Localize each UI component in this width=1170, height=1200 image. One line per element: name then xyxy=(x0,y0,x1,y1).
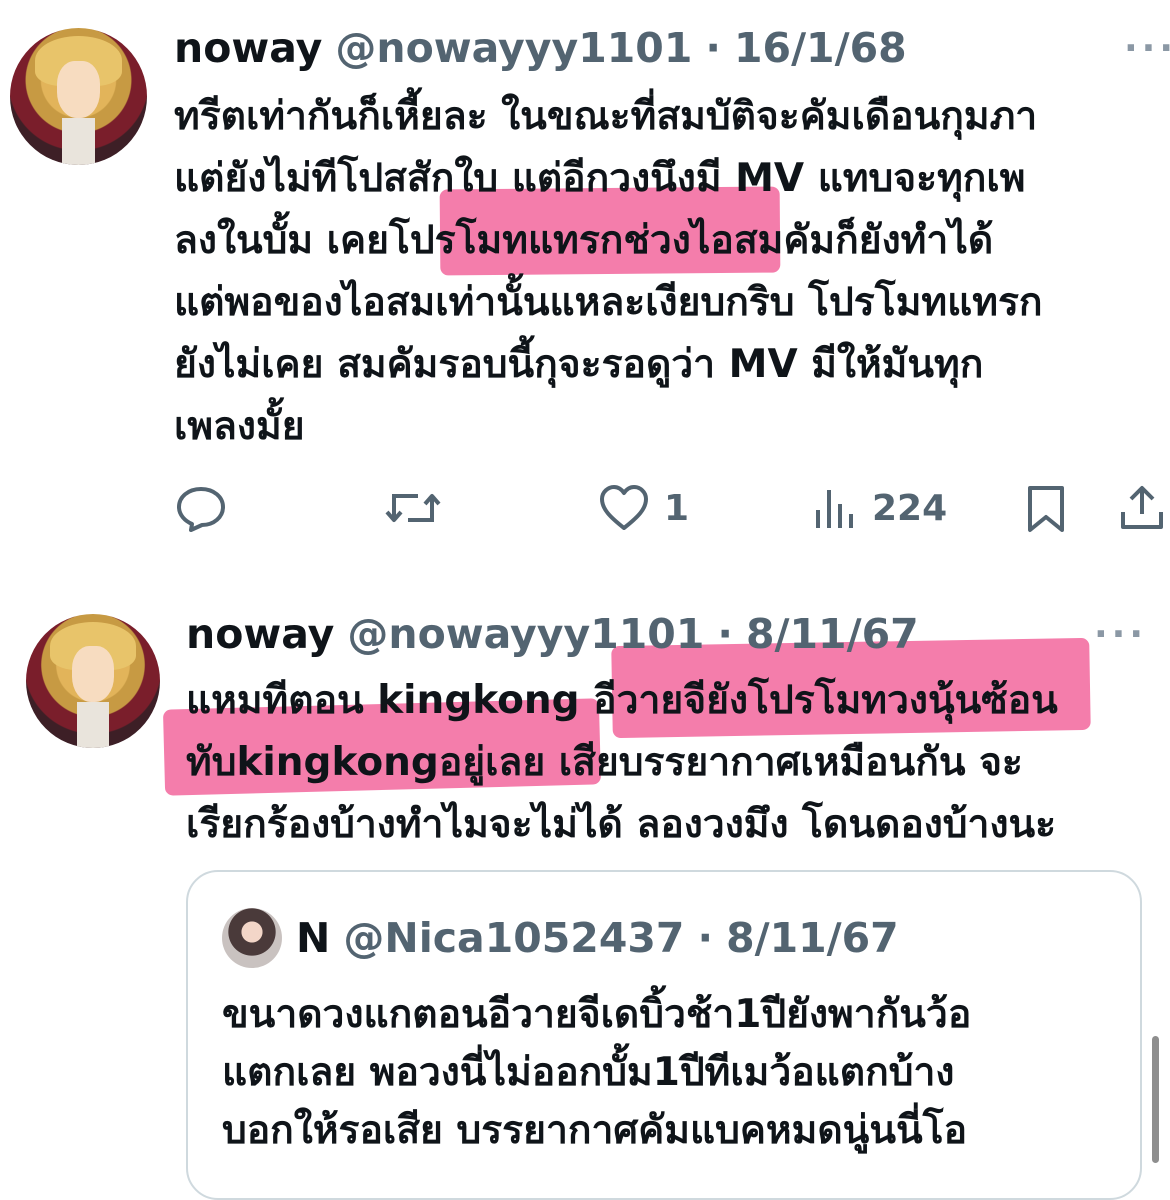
views-button[interactable]: 224 xyxy=(814,484,947,532)
tweet1-header: noway @nowayyy1101 · 16/1/68 xyxy=(174,24,907,72)
bookmark-icon xyxy=(1028,486,1064,532)
tweet1-line: แต่ยังไม่ทีโปสสักใบ แต่อีกวงนึงมี MV แทบ… xyxy=(174,156,1026,201)
quote-header: N @Nica1052437 · 8/11/67 xyxy=(296,914,899,962)
quote-line: ขนาดวงแกตอนอีวายจีเดบิ้วช้า1ปียังพากันว้… xyxy=(222,992,972,1037)
tweet1-line: เพลงมั้ย xyxy=(174,404,305,449)
tweet1-line: ลงในบั้ม เคยโปรโมทแทรกช่วงไอสมคัมก็ยังทำ… xyxy=(174,218,994,263)
like-count: 1 xyxy=(664,487,690,529)
tweet1-line: ทรีตเท่ากันก็เหี้ยละ ในขณะที่สมบัติจะคัม… xyxy=(174,94,1038,139)
tweet1-line: แต่พอของไอสมเท่านั้นแหละเงียบกริบ โปรโมท… xyxy=(174,280,1043,325)
tweet2-avatar[interactable] xyxy=(26,614,160,748)
quote-line: แตกเลย พอวงนี่ไม่ออกบั้ม1ปีทีเมว้อแตกบ้า… xyxy=(222,1050,955,1095)
scrollbar[interactable] xyxy=(1152,1036,1159,1163)
tweet2-body: แหมทีตอน kingkong อีวายจียังโปรโมทวงนุ้น… xyxy=(186,670,1058,856)
quote-date[interactable]: 8/11/67 xyxy=(726,914,899,962)
views-count: 224 xyxy=(872,487,948,529)
tweet2-date[interactable]: 8/11/67 xyxy=(746,610,919,658)
tweet2-separator: · xyxy=(717,610,733,658)
like-button[interactable]: 1 xyxy=(598,484,689,532)
quote-line: บอกให้รอเสีย บรรยากาศคัมแบคหมดนู่นนี่โอ xyxy=(222,1108,968,1153)
tweet1-author-name[interactable]: noway xyxy=(174,24,322,72)
retweet-button[interactable] xyxy=(384,486,442,530)
quote-author-handle[interactable]: @Nica1052437 xyxy=(343,914,684,962)
tweet1-avatar[interactable] xyxy=(10,28,147,165)
tweet2-line: เรียกร้องบ้างทำไมจะไม่ได้ ลองวงมึง โดนดอ… xyxy=(186,802,1057,847)
reply-icon xyxy=(177,487,225,532)
tweet2-line: แหมทีตอน kingkong อีวายจียังโปรโมทวงนุ้น… xyxy=(186,678,1058,723)
tweet2-line: ทับkingkongอยู่เลย เสียบรรยากาศเหมือนกัน… xyxy=(186,740,1023,785)
views-icon xyxy=(816,490,853,528)
quote-separator: · xyxy=(697,914,714,962)
tweet2-author-name[interactable]: noway xyxy=(186,610,334,658)
tweet2-author-handle[interactable]: @nowayyy1101 xyxy=(347,610,704,658)
tweet1-line: ยังไม่เคย สมคัมรอบนี้กุจะรอดูว่า MV มีให… xyxy=(174,342,984,387)
quote-body: ขนาดวงแกตอนอีวายจีเดบิ้วช้า1ปียังพากันว้… xyxy=(222,986,971,1160)
heart-icon xyxy=(600,485,648,530)
tweet2-more-icon[interactable]: ··· xyxy=(1094,614,1147,655)
bookmark-button[interactable] xyxy=(1026,484,1066,534)
share-button[interactable] xyxy=(1118,484,1166,532)
tweet1-more-icon[interactable]: ··· xyxy=(1124,28,1170,69)
tweet1-date[interactable]: 16/1/68 xyxy=(734,24,907,72)
tweet1-separator: · xyxy=(705,24,721,72)
reply-button[interactable] xyxy=(175,484,227,532)
tweet2-header: noway @nowayyy1101 · 8/11/67 xyxy=(186,610,919,658)
share-icon xyxy=(1121,486,1163,529)
quote-author-name[interactable]: N xyxy=(296,914,330,962)
tweet1-author-handle[interactable]: @nowayyy1101 xyxy=(335,24,692,72)
retweet-icon xyxy=(385,494,441,522)
quote-author-avatar[interactable] xyxy=(222,908,282,968)
tweet1-body: ทรีตเท่ากันก็เหี้ยละ ในขณะที่สมบัติจะคัม… xyxy=(174,86,1043,458)
